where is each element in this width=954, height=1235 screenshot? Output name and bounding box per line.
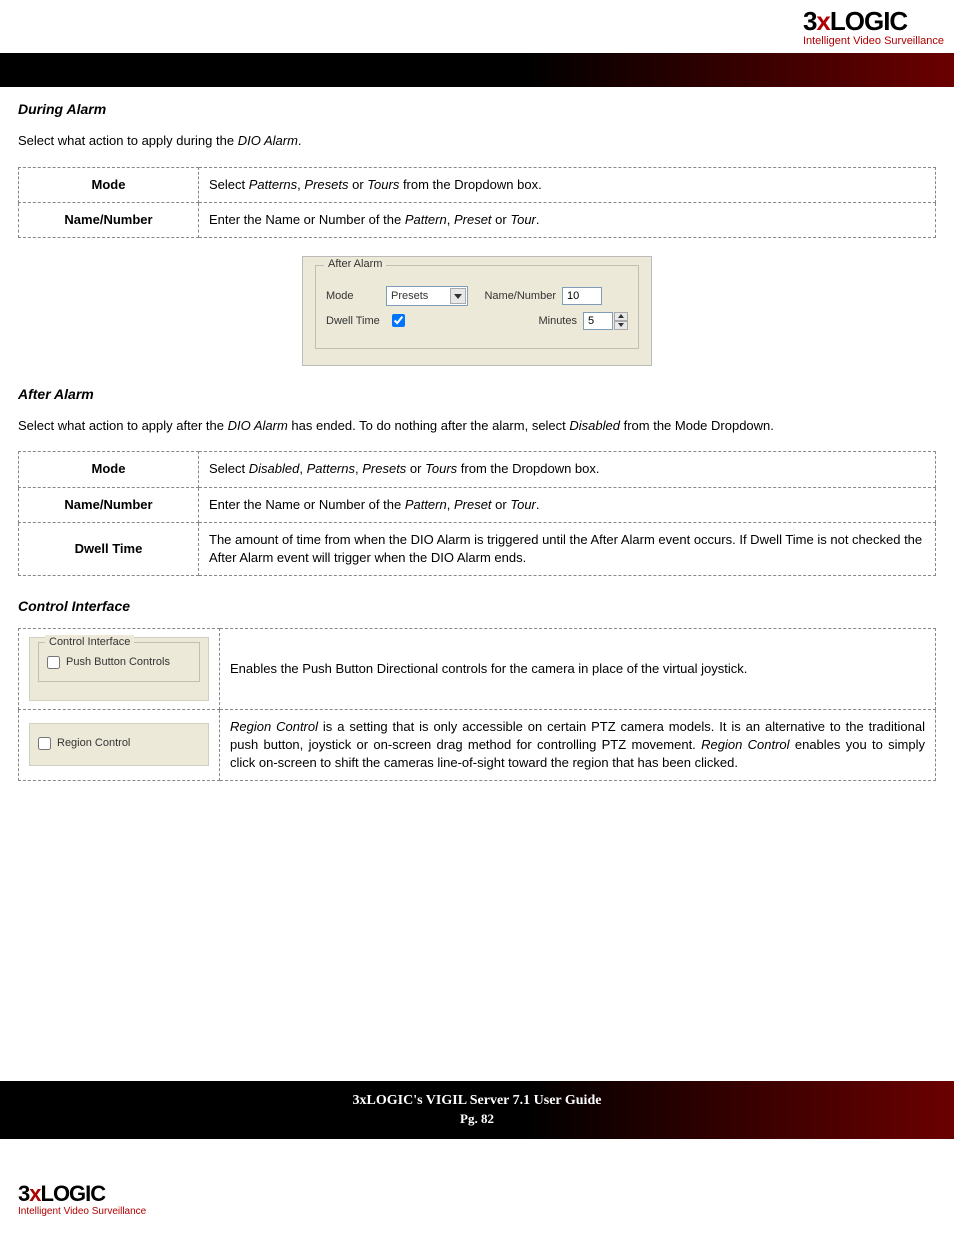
region-control-desc: Region Control is a setting that is only… (220, 709, 936, 781)
name-number-input[interactable] (562, 287, 602, 305)
region-control-mock-cell: Region Control (19, 709, 220, 781)
spin-down-icon[interactable] (614, 321, 628, 330)
chevron-down-icon[interactable] (450, 288, 466, 304)
logo-text-suffix: LOGIC (830, 6, 907, 36)
row-label-mode: Mode (19, 452, 199, 487)
push-button-checkbox-label[interactable]: Push Button Controls (47, 655, 191, 670)
header-band (0, 53, 954, 87)
row-desc-name-number: Enter the Name or Number of the Pattern,… (199, 202, 936, 237)
push-button-mock-panel: Control Interface Push Button Controls (29, 637, 209, 700)
table-row: Mode Select Disabled, Patterns, Presets … (19, 452, 936, 487)
table-row: Dwell Time The amount of time from when … (19, 522, 936, 575)
table-row: Region Control Region Control is a setti… (19, 709, 936, 781)
minutes-input[interactable] (583, 312, 613, 330)
fieldset-title: Control Interface (45, 635, 134, 650)
during-alarm-table: Mode Select Patterns, Presets or Tours f… (18, 167, 936, 238)
row-label-name-number: Name/Number (19, 202, 199, 237)
region-control-checkbox-label[interactable]: Region Control (38, 736, 200, 751)
mode-label: Mode (326, 290, 386, 302)
during-alarm-intro: Select what action to apply during the D… (18, 131, 936, 151)
push-button-mock-cell: Control Interface Push Button Controls (19, 629, 220, 709)
header: 3xLOGIC Intelligent Video Surveillance (0, 0, 954, 47)
section-title-during-alarm: During Alarm (18, 101, 936, 117)
dwell-time-label: Dwell Time (326, 315, 386, 327)
region-control-mock-panel: Region Control (29, 723, 209, 766)
table-row: Control Interface Push Button Controls E… (19, 629, 936, 709)
mode-dropdown[interactable]: Presets (386, 286, 468, 306)
control-interface-fieldset: Control Interface Push Button Controls (38, 642, 200, 681)
row-desc-mode: Select Disabled, Patterns, Presets or To… (199, 452, 936, 487)
logo-text-prefix: 3 (803, 6, 816, 36)
region-control-checkbox[interactable] (38, 737, 51, 750)
spin-up-icon[interactable] (614, 312, 628, 321)
row-label-mode: Mode (19, 167, 199, 202)
brand-logo: 3xLOGIC Intelligent Video Surveillance (803, 8, 944, 47)
mode-dropdown-value: Presets (391, 290, 428, 302)
row-desc-name-number: Enter the Name or Number of the Pattern,… (199, 487, 936, 522)
logo-text-mid: x (816, 6, 829, 36)
footer-logo: 3xLOGIC Intelligent Video Surveillance (18, 1183, 146, 1217)
after-alarm-fieldset: After Alarm Mode Presets Name/Number Dwe… (315, 265, 639, 349)
footer-band: 3xLOGIC's VIGIL Server 7.1 User Guide Pg… (0, 1081, 954, 1139)
fieldset-title: After Alarm (324, 258, 386, 270)
after-alarm-intro: Select what action to apply after the DI… (18, 416, 936, 436)
push-button-desc: Enables the Push Button Directional cont… (220, 629, 936, 709)
section-title-control-interface: Control Interface (18, 598, 936, 614)
table-row: Name/Number Enter the Name or Number of … (19, 202, 936, 237)
row-desc-mode: Select Patterns, Presets or Tours from t… (199, 167, 936, 202)
logo-tagline: Intelligent Video Surveillance (803, 36, 944, 47)
section-title-after-alarm: After Alarm (18, 386, 936, 402)
row-label-name-number: Name/Number (19, 487, 199, 522)
dwell-time-checkbox[interactable] (392, 314, 405, 327)
footer-title: 3xLOGIC's VIGIL Server 7.1 User Guide (353, 1093, 602, 1109)
table-row: Name/Number Enter the Name or Number of … (19, 487, 936, 522)
table-row: Mode Select Patterns, Presets or Tours f… (19, 167, 936, 202)
row-label-dwell-time: Dwell Time (19, 522, 199, 575)
name-number-label: Name/Number (484, 290, 562, 302)
row-desc-dwell-time: The amount of time from when the DIO Ala… (199, 522, 936, 575)
control-interface-table: Control Interface Push Button Controls E… (18, 628, 936, 781)
after-alarm-mock-wrap: After Alarm Mode Presets Name/Number Dwe… (18, 256, 936, 366)
footer-page: Pg. 82 (460, 1111, 494, 1127)
push-button-checkbox[interactable] (47, 656, 60, 669)
minutes-label: Minutes (505, 315, 583, 327)
minutes-spinner[interactable] (583, 312, 628, 330)
after-alarm-mock-panel: After Alarm Mode Presets Name/Number Dwe… (302, 256, 652, 366)
after-alarm-table: Mode Select Disabled, Patterns, Presets … (18, 451, 936, 576)
